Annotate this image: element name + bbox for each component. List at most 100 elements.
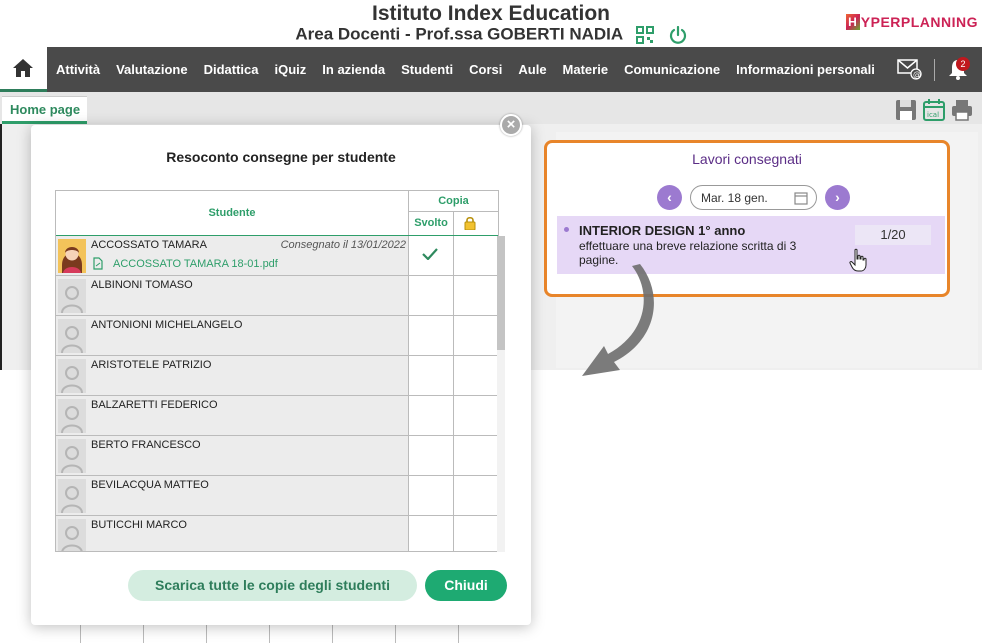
power-icon[interactable] — [669, 25, 687, 44]
student-cell: BEVILACQUA MATTEO — [56, 476, 409, 515]
save-icon[interactable] — [894, 98, 918, 122]
table-row[interactable]: BUTICCHI MARCO — [56, 516, 499, 551]
pdf-file-icon — [93, 257, 103, 270]
student-cell: ACCOSSATO TAMARA Consegnato il 13/01/202… — [56, 236, 409, 275]
student-name: ARISTOTELE PATRIZIO — [91, 359, 212, 371]
svg-text:@: @ — [913, 70, 921, 79]
student-name: BEVILACQUA MATTEO — [91, 479, 209, 491]
nav-item-corsi[interactable]: Corsi — [469, 62, 502, 77]
svolto-cell[interactable] — [409, 356, 454, 395]
nav-item-informazioni-personali[interactable]: Informazioni personali — [736, 62, 875, 77]
svolto-cell[interactable] — [409, 396, 454, 435]
nav-separator — [934, 59, 935, 81]
scrollbar-thumb[interactable] — [497, 236, 505, 350]
lock-cell[interactable] — [454, 236, 499, 275]
svg-text:ical: ical — [927, 111, 939, 119]
page-left-edge — [0, 124, 2, 370]
hyperplanning-logo: H YPERPLANNING — [845, 14, 978, 30]
student-name: ANTONIONI MICHELANGELO — [91, 319, 243, 331]
print-icon[interactable] — [950, 98, 974, 122]
close-button[interactable]: Chiudi — [425, 570, 507, 601]
table-row[interactable]: ACCOSSATO TAMARA Consegnato il 13/01/202… — [56, 236, 499, 276]
nav-item-aule[interactable]: Aule — [518, 62, 546, 77]
home-button[interactable] — [0, 47, 47, 92]
nav-menu: Attività Valutazione Didattica iQuiz In … — [56, 47, 891, 92]
student-cell: BERTO FRANCESCO — [56, 436, 409, 475]
table-row[interactable]: ARISTOTELE PATRIZIO — [56, 356, 499, 396]
svolto-cell[interactable] — [409, 236, 454, 275]
lock-cell[interactable] — [454, 356, 499, 395]
table-row[interactable]: ANTONIONI MICHELANGELO — [56, 316, 499, 356]
close-dialog-icon[interactable]: × — [500, 114, 522, 136]
table-row[interactable]: BALZARETTI FEDERICO — [56, 396, 499, 436]
curved-arrow-icon — [582, 264, 654, 376]
lock-cell[interactable] — [454, 516, 499, 551]
student-name: ACCOSSATO TAMARA — [91, 239, 207, 251]
date-value: Mar. 18 gen. — [701, 191, 768, 205]
header: Istituto Index Education Area Docenti - … — [0, 0, 982, 47]
column-header-student[interactable]: Studente — [56, 191, 409, 235]
svolto-cell[interactable] — [409, 516, 454, 551]
tab-home-page[interactable]: Home page — [2, 96, 87, 124]
nav-item-attivita[interactable]: Attività — [56, 62, 100, 77]
table-scrollbar[interactable] — [497, 236, 505, 552]
student-table: ACCOSSATO TAMARA Consegnato il 13/01/202… — [55, 236, 499, 552]
default-avatar-icon — [58, 359, 86, 393]
student-cell: ANTONIONI MICHELANGELO — [56, 316, 409, 355]
work-item-title: INTERIOR DESIGN 1° anno — [579, 223, 746, 238]
nav-item-iquiz[interactable]: iQuiz — [275, 62, 307, 77]
nav-item-valutazione[interactable]: Valutazione — [116, 62, 188, 77]
default-avatar-icon — [58, 279, 86, 313]
delivery-status: Consegnato il 13/01/2022 — [280, 239, 406, 251]
next-day-button[interactable]: › — [825, 185, 850, 210]
svolto-cell[interactable] — [409, 316, 454, 355]
date-picker[interactable]: Mar. 18 gen. — [690, 185, 817, 210]
mail-icon[interactable]: @ — [897, 57, 923, 81]
lock-cell[interactable] — [454, 276, 499, 315]
student-name: ALBINONI TOMASO — [91, 279, 193, 291]
student-cell: ARISTOTELE PATRIZIO — [56, 356, 409, 395]
previous-day-button[interactable]: ‹ — [657, 185, 682, 210]
lock-cell[interactable] — [454, 316, 499, 355]
svolto-cell[interactable] — [409, 276, 454, 315]
hand-cursor-icon — [849, 248, 867, 272]
main-nav: Attività Valutazione Didattica iQuiz In … — [0, 47, 982, 92]
default-avatar-icon — [58, 519, 86, 551]
delivery-report-dialog: Resoconto consegne per studente Studente… — [31, 125, 531, 625]
column-header-copia: Copia — [409, 191, 498, 212]
table-header: Studente Copia Svolto — [55, 190, 499, 237]
student-name: BERTO FRANCESCO — [91, 439, 201, 451]
tab-bar — [0, 92, 982, 124]
nav-item-comunicazione[interactable]: Comunicazione — [624, 62, 720, 77]
column-header-svolto[interactable]: Svolto — [409, 212, 454, 235]
default-avatar-icon — [58, 439, 86, 473]
lock-cell[interactable] — [454, 436, 499, 475]
student-cell: BALZARETTI FEDERICO — [56, 396, 409, 435]
default-avatar-icon — [58, 479, 86, 513]
table-row[interactable]: BEVILACQUA MATTEO — [56, 476, 499, 516]
table-row[interactable]: ALBINONI TOMASO — [56, 276, 499, 316]
nav-item-studenti[interactable]: Studenti — [401, 62, 453, 77]
svolto-cell[interactable] — [409, 476, 454, 515]
default-avatar-icon — [58, 319, 86, 353]
ical-calendar-icon[interactable]: ical — [922, 98, 946, 122]
user-title: Area Docenti - Prof.ssa GOBERTI NADIA — [295, 24, 624, 44]
svolto-cell[interactable] — [409, 436, 454, 475]
lock-cell[interactable] — [454, 396, 499, 435]
file-name: ACCOSSATO TAMARA 18-01.pdf — [113, 258, 278, 270]
nav-item-materie[interactable]: Materie — [563, 62, 609, 77]
nav-item-in-azienda[interactable]: In azienda — [322, 62, 385, 77]
qr-code-icon[interactable] — [635, 25, 654, 44]
file-link[interactable]: ACCOSSATO TAMARA 18-01.pdf — [93, 257, 278, 270]
checkmark-icon — [422, 248, 438, 260]
home-icon — [13, 59, 33, 77]
student-name: BALZARETTI FEDERICO — [91, 399, 218, 411]
school-title: Istituto Index Education — [371, 2, 610, 25]
student-avatar-photo — [58, 239, 86, 273]
nav-item-didattica[interactable]: Didattica — [204, 62, 259, 77]
download-all-copies-button[interactable]: Scarica tutte le copie degli studenti — [128, 570, 417, 601]
table-row[interactable]: BERTO FRANCESCO — [56, 436, 499, 476]
notification-badge: 2 — [956, 57, 970, 71]
lock-cell[interactable] — [454, 476, 499, 515]
work-item-count[interactable]: 1/20 — [855, 225, 931, 245]
